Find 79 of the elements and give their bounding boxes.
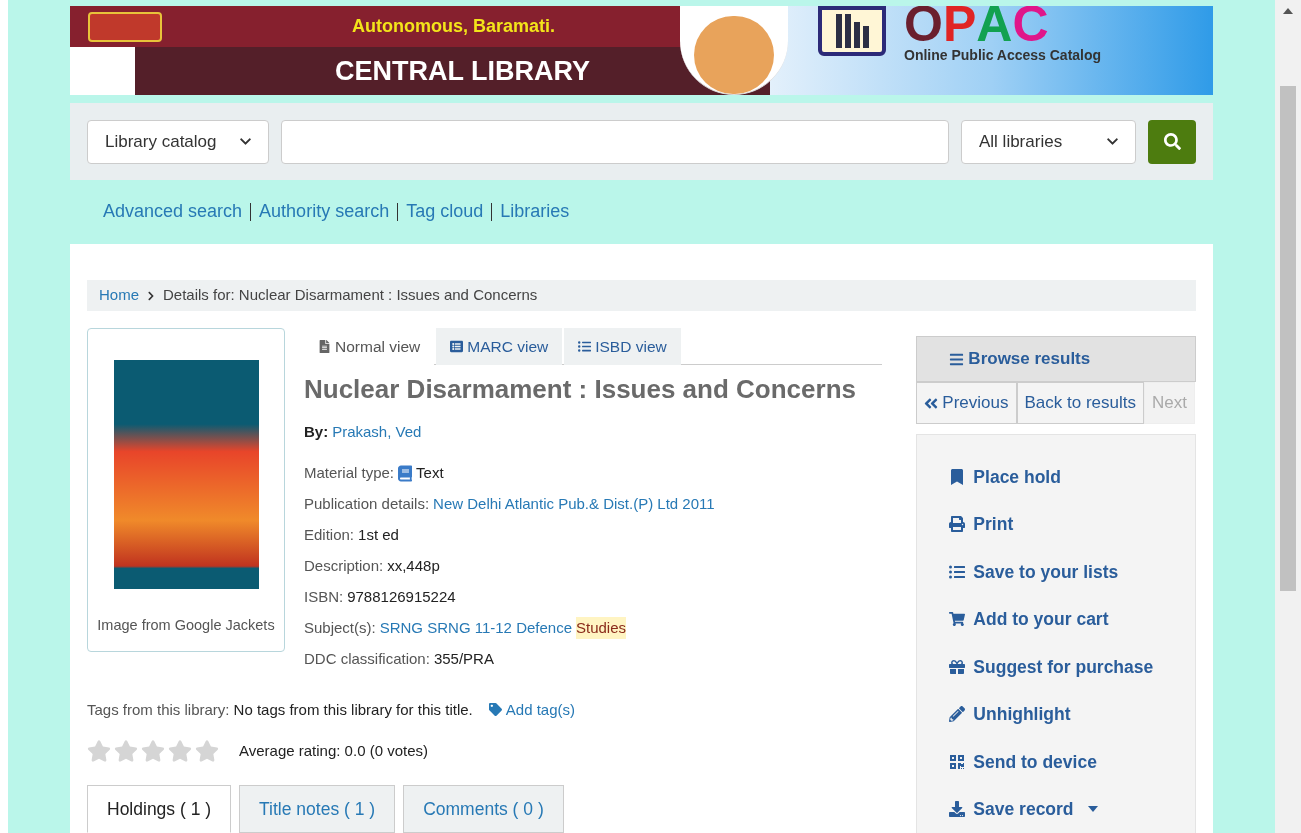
field-value: xx,448p [387,555,440,576]
view-tab[interactable]: ISBD view [564,328,681,365]
action-icon [949,611,966,628]
subject-link[interactable]: SRNG SRNG 11-12 Defence [379,616,572,640]
field-value: Text [416,462,444,483]
record-title: Nuclear Disarmament : Issues and Concerns [304,373,857,406]
rating-text: Average rating: 0.0 (0 votes) [239,740,428,761]
tag-icon [488,703,502,717]
add-tag-link[interactable]: Add tag(s) [488,698,575,721]
action-link[interactable]: Suggest for purchase [949,643,1154,691]
holdings-tab[interactable]: Title notes ( 1 ) [239,785,396,833]
action-icon [949,516,966,533]
action-icon [949,801,966,818]
action-icon [949,753,966,770]
tab-icon [318,340,331,353]
action-link[interactable]: Add to your cart [949,595,1109,643]
view-tab[interactable]: MARC view [436,328,563,365]
opac-caption: Online Public Access Catalog [904,46,1102,65]
action-icon [949,563,966,580]
nav-link[interactable]: Advanced search [103,198,243,225]
star-icon [195,739,219,763]
star-icon [114,739,138,763]
holdings-tab[interactable]: Holdings ( 1 ) [87,785,232,833]
nav-link[interactable]: Authority search [259,198,390,225]
breadcrumb-link[interactable]: Home [99,284,139,307]
field-value: 9788126915224 [347,586,456,607]
pager-button[interactable]: Back to results [1016,382,1144,424]
opac-logo: OPAC [904,6,1050,42]
catalog-select[interactable]: Library catalog [87,119,269,164]
banner-title: CENTRAL LIBRARY [335,54,590,88]
cover-caption: Image from Google Jackets [97,616,275,635]
star-icon [168,739,192,763]
action-link[interactable]: Print [949,500,1014,548]
tags-label: Tags from this library: [87,699,230,720]
field-label: Subject(s): [304,617,376,638]
star-icon [87,739,111,763]
field-label: Material type: [304,462,395,483]
action-link[interactable]: Save record [949,785,1098,833]
action-link[interactable]: Save to your lists [949,548,1119,596]
library-select[interactable]: All libraries [961,119,1136,164]
field-value: 355/PRA [433,648,494,669]
action-icon [949,706,966,723]
action-link[interactable]: Send to device [949,738,1097,786]
author-link[interactable]: Prakash, Ved [332,421,422,444]
star-rating[interactable] [87,739,219,763]
scroll-up-arrow-icon[interactable] [1283,8,1293,14]
pager-button[interactable]: Previous [916,382,1017,424]
bookshelf-icon [818,6,886,56]
banner-subtitle: Autonomous, Baramati. [352,15,556,38]
menu-icon [949,351,965,367]
field-label: ISBN: [304,586,344,607]
book-icon [398,464,413,482]
nav-link[interactable]: Tag cloud [406,198,484,225]
field-link[interactable]: New Delhi Atlantic Pub.& Dist.(P) Ltd 2011 [433,492,715,516]
search-icon [1163,133,1181,150]
scrollbar-thumb[interactable] [1280,86,1296,591]
holdings-tab[interactable]: Comments ( 0 ) [403,785,564,833]
search-button[interactable] [1148,119,1196,164]
field-value: 1st ed [358,524,399,545]
search-field[interactable] [281,119,949,164]
action-link[interactable]: Place hold [949,453,1061,501]
author-label: By: [304,422,329,442]
subject-link[interactable]: Studies [576,616,627,640]
college-logo-icon [88,11,162,42]
field-label: Edition: [304,524,355,545]
chevron-right-icon [147,290,155,301]
field-label: Publication details: [304,493,430,514]
tags-text: No tags from this library for this title. [233,699,473,720]
action-icon [949,468,966,485]
star-icon [141,739,165,763]
breadcrumb-text: Details for: Nuclear Disarmament : Issues and Concerns [163,285,538,306]
action-link[interactable]: Unhighlight [949,690,1071,738]
nav-link[interactable]: Libraries [500,198,570,225]
tab-icon [578,340,592,353]
action-icon [949,658,966,675]
browse-results-header[interactable]: Browse results [916,336,1196,382]
field-label: Description: [304,555,384,576]
tab-icon [450,340,464,353]
field-label: DDC classification: [304,648,430,669]
